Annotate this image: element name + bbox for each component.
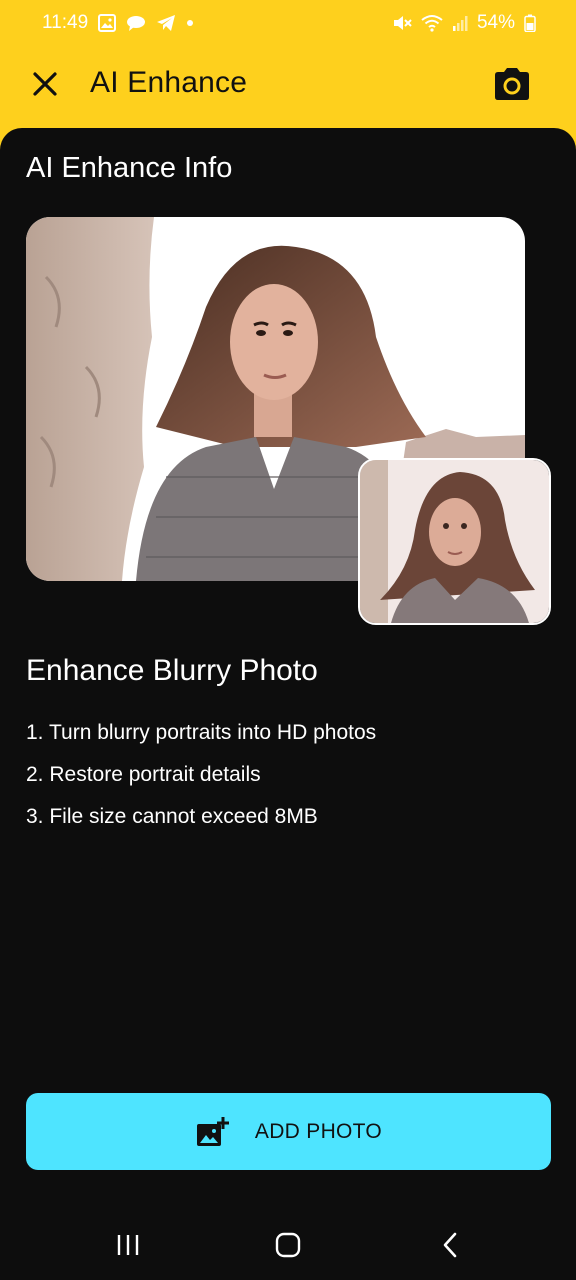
- close-icon: [33, 72, 57, 96]
- home-icon: [275, 1232, 301, 1258]
- home-button[interactable]: [268, 1230, 308, 1260]
- feature-item: 2. Restore portrait details: [26, 763, 261, 786]
- status-time: 11:49: [42, 12, 89, 33]
- add-photo-label: ADD PHOTO: [254, 1119, 383, 1143]
- gallery-notification-icon: [98, 14, 117, 32]
- add-photo-button[interactable]: ADD PHOTO: [26, 1093, 551, 1170]
- battery-percent: 54%: [476, 12, 515, 33]
- signal-icon: [452, 14, 468, 32]
- feature-list: 1. Turn blurry portraits into HD photos …: [26, 718, 376, 844]
- system-nav-bar: [0, 1208, 576, 1280]
- camera-icon: [495, 68, 529, 100]
- app-bar: AI Enhance: [0, 46, 576, 128]
- mute-icon: [392, 14, 412, 32]
- back-button[interactable]: [430, 1230, 470, 1260]
- add-photo-icon: [196, 1116, 229, 1146]
- blurry-sample-thumbnail: [358, 458, 551, 625]
- content-sheet: AI Enhance Info Enhance Blurry Photo 1. …: [0, 128, 576, 1208]
- status-bar: 11:49 54%: [0, 0, 576, 46]
- wifi-icon: [421, 14, 443, 32]
- screen: 11:49 54% AI Enhance AI Enhance Info Enh…: [0, 0, 576, 1280]
- app-title: AI Enhance: [90, 66, 248, 99]
- back-icon: [443, 1232, 457, 1258]
- message-notification-icon: [126, 14, 146, 32]
- telegram-notification-icon: [156, 14, 176, 32]
- battery-icon: [524, 14, 536, 32]
- notification-dot-icon: [186, 19, 194, 27]
- recents-icon: [117, 1235, 139, 1255]
- feature-item: 3. File size cannot exceed 8MB: [26, 805, 318, 828]
- section-title: AI Enhance Info: [26, 152, 233, 184]
- recents-button[interactable]: [108, 1230, 148, 1260]
- feature-item: 1. Turn blurry portraits into HD photos: [26, 721, 377, 744]
- feature-subtitle: Enhance Blurry Photo: [26, 654, 318, 687]
- close-button[interactable]: [26, 65, 64, 103]
- camera-button[interactable]: [490, 64, 534, 104]
